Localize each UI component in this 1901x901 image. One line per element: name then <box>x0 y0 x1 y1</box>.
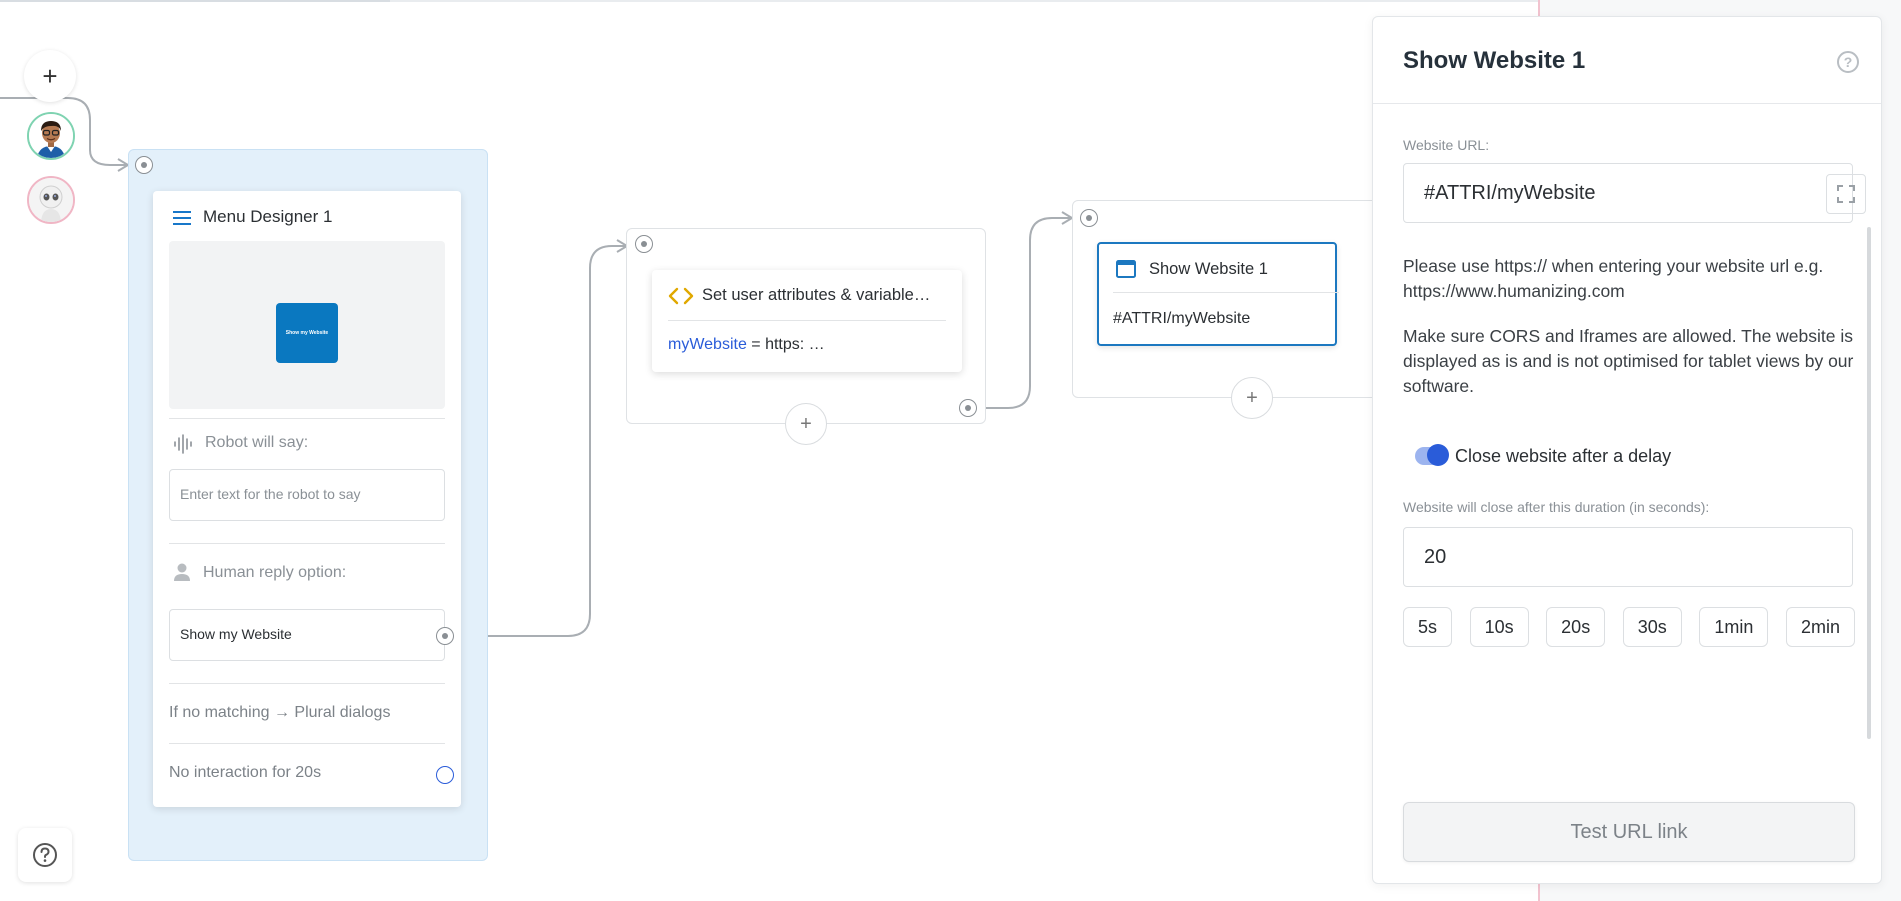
preview-button: Show my Website <box>276 303 338 363</box>
node-title: Menu Designer 1 <box>203 207 333 226</box>
duration-presets: 5s 10s 20s 30s 1min 2min <box>1403 607 1855 649</box>
panel-divider <box>1373 103 1881 104</box>
connector-vars-to-web <box>978 217 1070 409</box>
divider <box>169 418 445 419</box>
expand-button[interactable] <box>1826 174 1866 214</box>
test-url-button[interactable]: Test URL link <box>1403 802 1855 862</box>
preset-30s[interactable]: 30s <box>1622 607 1682 647</box>
person-icon <box>174 563 190 581</box>
variables-output-port[interactable] <box>959 399 977 417</box>
preset-20s[interactable]: 20s <box>1546 607 1606 647</box>
preset-2min[interactable]: 2min <box>1785 607 1855 647</box>
divider <box>169 683 445 684</box>
website-add-button[interactable]: + <box>1231 377 1273 419</box>
human-reply-label: Human reply option: <box>203 564 347 581</box>
preset-5s[interactable]: 5s <box>1403 607 1453 647</box>
menu-icon <box>173 211 191 225</box>
cors-note: Make sure CORS and Iframes are allowed. … <box>1403 326 1854 396</box>
panel-title: Show Website 1 <box>1403 47 1586 74</box>
show-website-node[interactable]: Show Website 1 #ATTRI/myWebsite <box>1097 242 1339 346</box>
timeout-output-port[interactable] <box>436 766 454 784</box>
website-url-input[interactable]: #ATTRI/myWebsite <box>1403 163 1866 223</box>
variable-assignment: myWebsite = https: … <box>668 336 825 354</box>
website-input-port[interactable] <box>1080 209 1098 227</box>
menu-preview: Show my Website <box>169 241 445 409</box>
close-delay-toggle[interactable] <box>1415 444 1449 466</box>
expand-icon <box>1837 185 1855 203</box>
human-avatar-icon <box>29 114 73 158</box>
no-match-text: If no matching → Plural dialogs <box>169 704 391 721</box>
variable-value: = https: … <box>746 336 825 353</box>
canvas-help-button[interactable] <box>18 828 72 882</box>
preset-10s[interactable]: 10s <box>1469 607 1529 647</box>
add-start-button[interactable]: + <box>24 50 76 102</box>
browser-window-icon <box>1116 260 1136 278</box>
toggle-knob <box>1427 444 1449 466</box>
set-variables-node[interactable]: Set user attributes & variable… myWebsit… <box>652 270 962 372</box>
panel-scrollbar[interactable] <box>1867 227 1871 739</box>
human-reply-input[interactable]: Show my Website <box>169 609 445 661</box>
human-avatar[interactable] <box>27 112 75 160</box>
url-label: Website URL: <box>1403 137 1490 153</box>
url-value: #ATTRI/myWebsite <box>1424 182 1596 204</box>
variable-name: myWebsite <box>668 336 747 353</box>
variables-add-button[interactable]: + <box>785 403 827 445</box>
panel-help-icon[interactable]: ? <box>1837 51 1859 73</box>
preset-1min[interactable]: 1min <box>1699 607 1769 647</box>
robot-icon <box>29 178 73 222</box>
website-url-text: #ATTRI/myWebsite <box>1113 310 1251 327</box>
code-icon <box>668 287 694 305</box>
no-interaction-text: No interaction for 20s <box>169 764 322 781</box>
node-title: Show Website 1 <box>1149 260 1268 278</box>
toggle-label: Close website after a delay <box>1455 446 1672 466</box>
properties-panel: Show Website 1 ? Website URL: #ATTRI/myW… <box>1372 16 1882 884</box>
divider <box>668 320 946 321</box>
duration-input[interactable]: 20 <box>1403 527 1853 587</box>
duration-label: Website will close after this duration (… <box>1403 499 1710 515</box>
sound-wave-icon <box>174 434 192 454</box>
robot-avatar[interactable] <box>27 176 75 224</box>
divider <box>169 743 445 744</box>
question-icon <box>33 843 57 867</box>
reply-output-port[interactable] <box>436 627 454 645</box>
robot-say-input[interactable]: Enter text for the robot to say <box>169 469 445 521</box>
variables-input-port[interactable] <box>635 235 653 253</box>
robot-say-label: Robot will say: <box>205 434 309 451</box>
https-note: Please use https:// when entering your w… <box>1403 256 1824 301</box>
menu-designer-node[interactable]: Menu Designer 1 Show my Website Robot wi… <box>153 191 461 807</box>
divider <box>169 543 445 544</box>
menu-input-port[interactable] <box>135 156 153 174</box>
node-title: Set user attributes & variable… <box>702 286 931 304</box>
divider <box>1113 292 1339 293</box>
